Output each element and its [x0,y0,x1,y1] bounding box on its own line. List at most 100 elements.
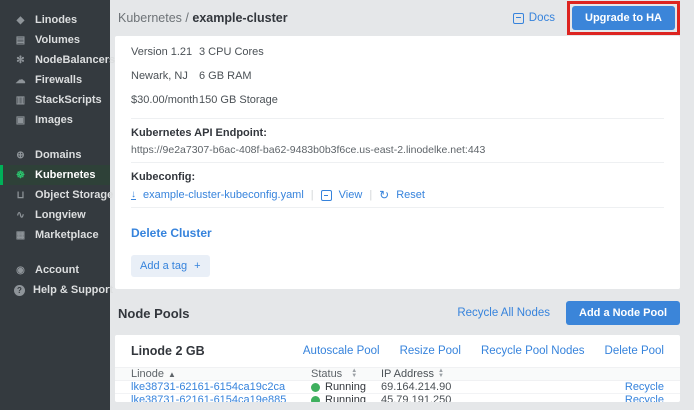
download-icon[interactable]: ↓ [131,190,136,200]
cluster-ram: 6 GB RAM [199,64,361,88]
help-icon: ? [14,285,25,296]
node-link[interactable]: lke38731-62161-6154ca19c2ca [131,381,285,393]
breadcrumb-separator: / [185,11,188,25]
kubeconfig-label: Kubeconfig: [131,171,664,183]
view-icon [321,190,332,201]
sidebar-item-kubernetes[interactable]: ☸ Kubernetes [0,165,110,185]
recycle-all-nodes-link[interactable]: Recycle All Nodes [457,307,550,319]
status-text: Running [325,381,366,393]
separator: | [369,189,372,201]
api-endpoint-label: Kubernetes API Endpoint: [131,127,664,139]
sidebar-item-domains[interactable]: ⊕ Domains [0,145,110,165]
docs-icon [513,13,524,24]
sidebar-item-stackscripts[interactable]: ▥ StackScripts [0,90,110,110]
account-icon: ◉ [14,265,27,276]
sidebar-item-object-storage[interactable]: ⊔ Object Storage [0,185,110,205]
status-running-icon [311,383,320,392]
add-tag-label: Add a tag [140,260,187,272]
linode-icon: ◆ [14,15,27,26]
docs-link[interactable]: Docs [513,12,555,24]
table-header-row: Linode ▲ Status▲▼ IP Address▲▼ [115,367,680,381]
cluster-cpu: 3 CPU Cores [199,40,361,64]
plus-icon: + [194,260,200,272]
delete-pool-link[interactable]: Delete Pool [605,345,664,357]
table-row: lke38731-62161-6154ca19c2ca Running 69.1… [115,381,680,394]
kubeconfig-view-link[interactable]: View [339,189,363,201]
sidebar-item-label: Domains [35,149,81,161]
sidebar-section-divider [0,130,110,145]
node-pools-header: Node Pools Recycle All Nodes Add a Node … [115,289,680,335]
recycle-node-link[interactable]: Recycle [625,381,664,393]
ip-address: 69.164.214.90 [381,381,625,393]
pool-name: Linode 2 GB [131,344,205,358]
breadcrumb: Kubernetes / example-cluster [118,11,288,25]
sidebar-item-label: Marketplace [35,229,99,241]
sidebar-item-label: Kubernetes [35,169,96,181]
sidebar-item-label: Images [35,114,73,126]
sidebar-item-label: Object Storage [35,189,113,201]
sidebar-item-label: Volumes [35,34,80,46]
sort-icon: ▲▼ [351,369,357,379]
sidebar-item-volumes[interactable]: ▤ Volumes [0,30,110,50]
sidebar-item-images[interactable]: ▣ Images [0,110,110,130]
column-header-status[interactable]: Status▲▼ [311,368,381,380]
sort-asc-icon: ▲ [168,370,176,379]
recycle-pool-nodes-link[interactable]: Recycle Pool Nodes [481,345,585,357]
status-text: Running [325,394,366,402]
sidebar-item-label: Account [35,264,79,276]
sidebar-item-label: StackScripts [35,94,102,106]
sidebar-item-account[interactable]: ◉ Account [0,260,110,280]
cluster-specs: Version 1.21 3 CPU Cores Newark, NJ 6 GB… [131,40,361,112]
reset-icon: ↻ [379,190,389,200]
sidebar-item-longview[interactable]: ∿ Longview [0,205,110,225]
autoscale-pool-link[interactable]: Autoscale Pool [303,345,380,357]
breadcrumb-current: example-cluster [192,11,287,25]
cluster-summary-card: Version 1.21 3 CPU Cores Newark, NJ 6 GB… [115,36,680,289]
cluster-price: $30.00/month [131,88,199,112]
resize-pool-link[interactable]: Resize Pool [400,345,461,357]
node-link[interactable]: lke38731-62161-6154ca19e885 [131,394,286,402]
sidebar-item-label: Linodes [35,14,77,26]
cluster-region: Newark, NJ [131,64,199,88]
column-header-linode[interactable]: Linode ▲ [131,368,311,380]
add-node-pool-button[interactable]: Add a Node Pool [566,301,680,325]
recycle-node-link[interactable]: Recycle [625,394,664,402]
cluster-version: Version 1.21 [131,40,199,64]
cluster-storage: 150 GB Storage [199,88,361,112]
breadcrumb-kubernetes-link[interactable]: Kubernetes [118,11,182,25]
firewalls-icon: ☁ [14,75,27,86]
annotation-highlight-box: Upgrade to HA [567,1,680,35]
kubeconfig-reset-link[interactable]: Reset [396,189,425,201]
page-header: Kubernetes / example-cluster Docs Upgrad… [115,0,680,36]
table-row: lke38731-62161-6154ca19e885 Running 45.7… [115,394,680,402]
add-tag-button[interactable]: Add a tag + [131,255,210,277]
kubeconfig-actions: ↓ example-cluster-kubeconfig.yaml | View… [131,189,664,201]
sidebar-item-label: NodeBalancers [35,54,115,66]
marketplace-icon: ▦ [14,230,27,241]
upgrade-to-ha-button[interactable]: Upgrade to HA [572,6,675,30]
kubernetes-icon: ☸ [14,170,27,181]
column-label: Linode [131,368,164,380]
sidebar-item-linodes[interactable]: ◆ Linodes [0,10,110,30]
status-running-icon [311,396,320,403]
ip-address: 45.79.191.250 [381,394,625,402]
api-endpoint-section: Kubernetes API Endpoint: https://9e2a730… [131,118,664,156]
object-storage-icon: ⊔ [14,190,27,201]
sidebar-item-firewalls[interactable]: ☁ Firewalls [0,70,110,90]
pool-action-links: Autoscale Pool Resize Pool Recycle Pool … [303,345,664,357]
kubeconfig-download-link[interactable]: example-cluster-kubeconfig.yaml [143,189,304,201]
delete-cluster-section: Delete Cluster [131,207,664,242]
sidebar-item-nodebalancers[interactable]: ✻ NodeBalancers [0,50,110,70]
api-endpoint-url: https://9e2a7307-b6ac-408f-ba62-9483b0b3… [131,144,664,156]
delete-cluster-link[interactable]: Delete Cluster [131,226,212,240]
sidebar-item-label: Help & Support [33,284,113,296]
stackscripts-icon: ▥ [14,95,27,106]
sidebar-section-divider [0,245,110,260]
sidebar: ◆ Linodes ▤ Volumes ✻ NodeBalancers ☁ Fi… [0,0,110,410]
pool-card-header: Linode 2 GB Autoscale Pool Resize Pool R… [115,335,680,367]
sidebar-item-marketplace[interactable]: ▦ Marketplace [0,225,110,245]
kubeconfig-section: Kubeconfig: ↓ example-cluster-kubeconfig… [131,162,664,201]
volumes-icon: ▤ [14,35,27,46]
column-header-ip-address[interactable]: IP Address▲▼ [381,368,664,380]
sidebar-item-help-support[interactable]: ? Help & Support [0,280,110,300]
